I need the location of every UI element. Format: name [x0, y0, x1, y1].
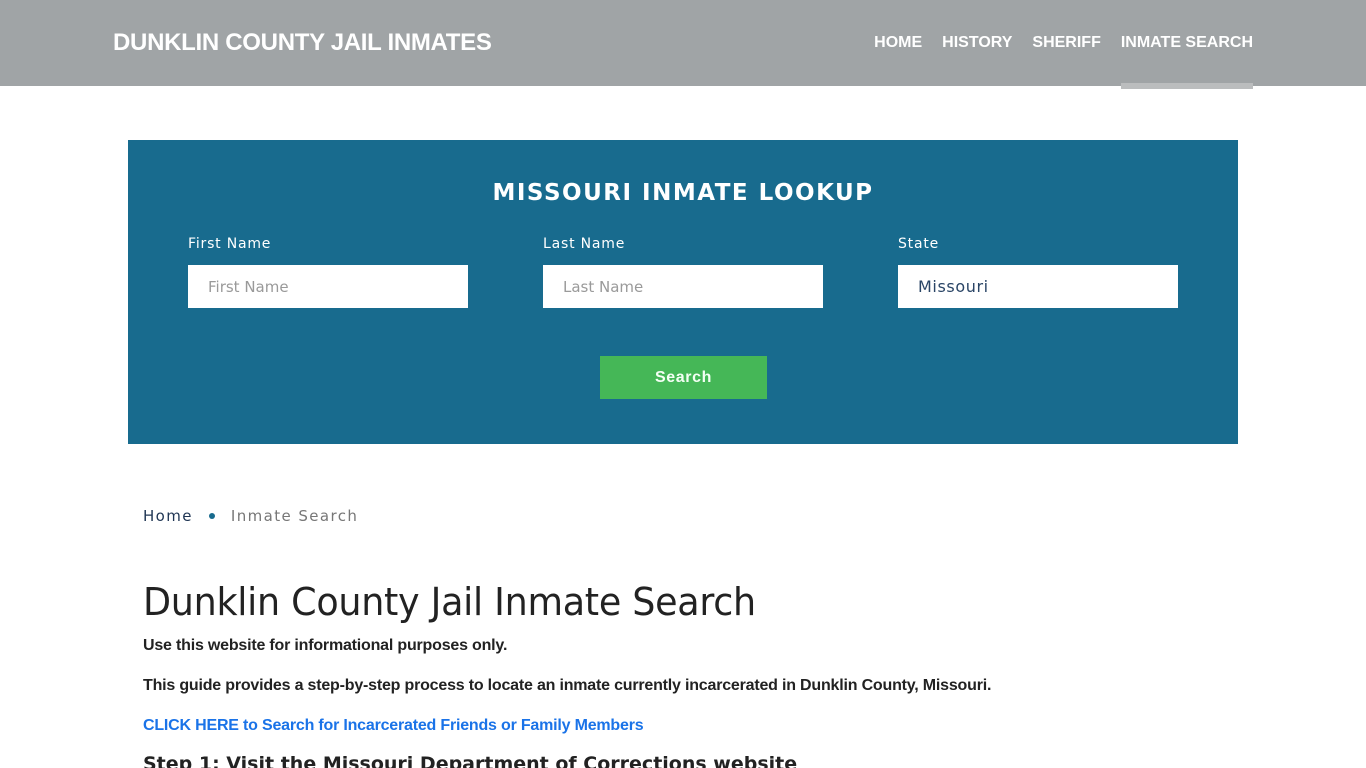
disclaimer-text: Use this website for informational purpo… [143, 637, 508, 654]
nav-item-history[interactable]: HISTORY [942, 0, 1012, 86]
nav-item-inmate-search[interactable]: INMATE SEARCH [1120, 0, 1254, 89]
site-brand-link[interactable]: DUNKLIN COUNTY JAIL INMATES [113, 29, 492, 57]
nav-item-sheriff[interactable]: SHERIFF [1032, 0, 1100, 86]
lookup-title: MISSOURI INMATE LOOKUP [492, 180, 874, 206]
first-name-label: First Name [188, 236, 272, 252]
page-title: Dunklin County Jail Inmate Search [143, 580, 756, 624]
first-name-group: First Name [188, 236, 468, 308]
nav-item-home[interactable]: HOME [874, 0, 922, 86]
breadcrumb-current: Inmate Search [230, 507, 359, 525]
first-name-input[interactable] [188, 265, 468, 308]
state-group: State [898, 236, 1178, 308]
breadcrumb-home-link[interactable]: Home [143, 507, 193, 525]
breadcrumb-separator-dot-icon [208, 513, 215, 519]
step-1-heading: Step 1: Visit the Missouri Department of… [143, 753, 798, 768]
last-name-group: Last Name [543, 236, 823, 308]
last-name-input[interactable] [543, 265, 823, 308]
last-name-label: Last Name [543, 236, 626, 252]
site-header: DUNKLIN COUNTY JAIL INMATES HOME HISTORY… [0, 0, 1366, 89]
search-friends-family-link[interactable]: CLICK HERE to Search for Incarcerated Fr… [143, 717, 644, 735]
state-input[interactable] [898, 265, 1178, 308]
state-label: State [898, 236, 940, 252]
search-button[interactable]: Search [600, 356, 767, 399]
breadcrumb: Home Inmate Search [143, 507, 358, 525]
main-nav: HOME HISTORY SHERIFF INMATE SEARCH [854, 0, 1254, 89]
intro-text: This guide provides a step-by-step proce… [143, 677, 992, 694]
